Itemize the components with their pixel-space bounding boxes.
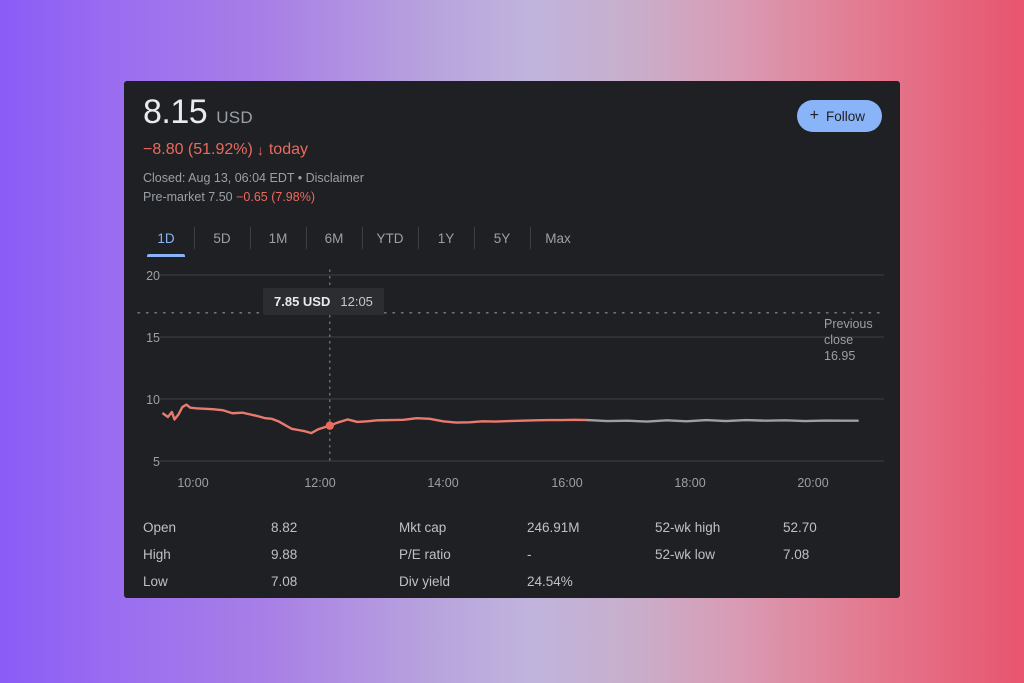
previous-close-annotation: Previous close 16.95: [824, 316, 886, 364]
stats-table: Open 8.82 Mkt cap 246.91M 52-wk high 52.…: [143, 514, 888, 595]
tab-1m-label: 1M: [268, 230, 288, 246]
stat-label-high: High: [143, 547, 171, 562]
previous-close-value: 16.95: [824, 349, 856, 363]
x-axis-label-1600: 16:00: [551, 476, 583, 490]
stat-value-empty: [783, 568, 888, 595]
stat-value-52wk-high: 52.70: [783, 520, 817, 535]
tab-6m-label: 6M: [324, 230, 344, 246]
tab-1y[interactable]: 1Y: [418, 221, 474, 255]
x-axis-label-2000: 20:00: [797, 476, 829, 490]
stat-value-open: 8.82: [271, 520, 298, 535]
stat-value-mkt-cap: 246.91M: [527, 520, 580, 535]
stat-label-open: Open: [143, 520, 177, 535]
quote-header: 8.15 USD −8.80 (51.92%) ↓ today Closed: …: [143, 95, 364, 204]
market-status-line[interactable]: Closed: Aug 13, 06:04 EDT • Disclaimer: [143, 171, 364, 185]
tab-ytd-label: YTD: [376, 230, 404, 246]
stat-label-mkt-cap: Mkt cap: [399, 520, 447, 535]
x-axis-label-1200: 12:00: [304, 476, 336, 490]
chart-tooltip: 7.85 USD 12:05: [263, 288, 384, 315]
price-row: 8.15 USD: [143, 95, 364, 129]
tab-max[interactable]: Max: [530, 221, 586, 255]
previous-close-line2: close: [824, 333, 854, 347]
tab-5y-label: 5Y: [493, 230, 511, 246]
x-axis-label-1000: 10:00: [177, 476, 209, 490]
tab-5d[interactable]: 5D: [194, 221, 250, 255]
follow-button-label: Follow: [825, 108, 865, 124]
change-period-label: today: [268, 141, 308, 158]
tab-max-label: Max: [545, 230, 571, 246]
tab-5y[interactable]: 5Y: [474, 221, 530, 255]
y-axis-label-5: 5: [153, 455, 160, 469]
tab-6m[interactable]: 6M: [306, 221, 362, 255]
price-chart-svg[interactable]: [124, 267, 900, 477]
stat-value-pe-ratio: -: [527, 547, 532, 562]
tab-ytd[interactable]: YTD: [362, 221, 418, 255]
stat-value-low: 7.08: [271, 574, 298, 589]
tab-1d-label: 1D: [157, 230, 175, 246]
plus-icon: +: [809, 106, 819, 124]
premarket-line: Pre-market 7.50 −0.65 (7.98%): [143, 190, 364, 204]
stat-value-52wk-low: 7.08: [783, 547, 810, 562]
series-line-1: [586, 418, 859, 423]
price-change-row: −8.80 (51.92%) ↓ today: [143, 141, 364, 159]
tooltip-time: 12:05: [340, 294, 373, 309]
stock-quote-card: 8.15 USD −8.80 (51.92%) ↓ today Closed: …: [124, 81, 900, 598]
stat-label-div-yield: Div yield: [399, 574, 451, 589]
tab-1d[interactable]: 1D: [138, 221, 194, 257]
price-change-amount: −8.80 (51.92%): [143, 141, 253, 158]
premarket-label: Pre-market 7.50: [143, 190, 233, 204]
stat-value-high: 9.88: [271, 547, 298, 562]
y-axis-label-15: 15: [146, 331, 160, 345]
arrow-down-icon: ↓: [256, 142, 264, 158]
premarket-change: −0.65 (7.98%): [236, 190, 315, 204]
y-axis-label-10: 10: [146, 393, 160, 407]
tab-5d-label: 5D: [213, 230, 231, 246]
stat-value-div-yield: 24.54%: [527, 574, 573, 589]
stat-label-low: Low: [143, 574, 168, 589]
follow-button[interactable]: + Follow: [796, 100, 882, 132]
current-price: 8.15: [143, 93, 208, 131]
tab-1y-label: 1Y: [437, 230, 455, 246]
range-tabs: 1D 5D 1M 6M YTD 1Y 5Y Max: [138, 221, 586, 257]
stat-label-52wk-low: 52-wk low: [655, 547, 716, 562]
stat-label-pe-ratio: P/E ratio: [399, 547, 451, 562]
stat-label-52wk-high: 52-wk high: [655, 520, 721, 535]
currency-label: USD: [216, 108, 253, 127]
previous-close-line1: Previous: [824, 317, 873, 331]
crosshair-marker: [325, 421, 335, 430]
x-axis-label-1800: 18:00: [674, 476, 706, 490]
tooltip-price: 7.85 USD: [274, 294, 331, 309]
tab-1m[interactable]: 1M: [250, 221, 306, 255]
x-axis-label-1400: 14:00: [427, 476, 459, 490]
y-axis-label-20: 20: [146, 269, 160, 283]
price-chart[interactable]: [124, 267, 900, 462]
series-line-0: [162, 403, 590, 435]
stat-label-empty: [655, 568, 783, 595]
